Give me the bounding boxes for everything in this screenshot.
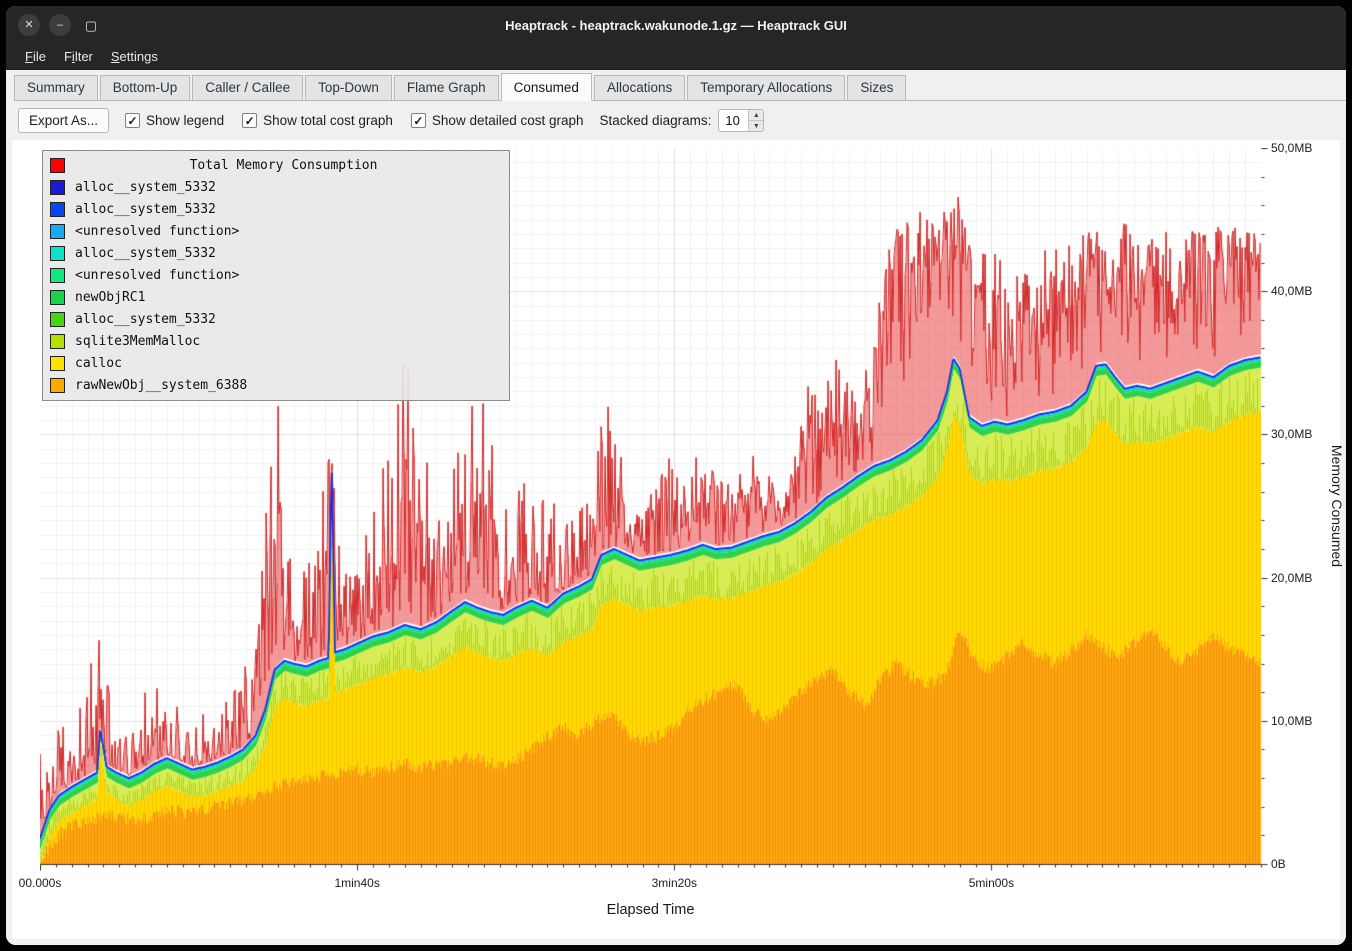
window-controls: ✕ – ▢: [18, 6, 102, 44]
chart-toolbar: Export As... ✓ Show legend ✓ Show total cos…: [6, 101, 1346, 140]
x-axis-tick-label: 1min40s: [334, 876, 379, 890]
x-axis-tick-label: 00.000s: [19, 876, 62, 890]
y-axis-title: Memory Consumed: [1329, 445, 1345, 567]
menu-file[interactable]: File: [16, 46, 55, 67]
tab-bottom-up[interactable]: Bottom-Up: [100, 75, 191, 100]
legend-swatch: [50, 290, 65, 305]
legend-row: <unresolved function>: [43, 220, 509, 242]
legend-swatch: [50, 356, 65, 371]
tab-allocations[interactable]: Allocations: [594, 75, 685, 100]
spin-up-icon[interactable]: ▲: [749, 110, 763, 121]
tab-top-down[interactable]: Top-Down: [305, 75, 392, 100]
y-axis-tick-label: 10,0MB: [1271, 714, 1312, 728]
legend-row: <unresolved function>: [43, 264, 509, 286]
legend-label: rawNewObj__system_6388: [75, 378, 247, 393]
window-title: Heaptrack - heaptrack.wakunode.1.gz — He…: [505, 18, 847, 33]
tab-flame-graph[interactable]: Flame Graph: [394, 75, 499, 100]
close-icon: ✕: [24, 20, 33, 31]
checkbox-box: ✓: [242, 113, 257, 128]
menu-settings[interactable]: Settings: [102, 46, 167, 67]
legend-swatch: [50, 334, 65, 349]
legend-row: alloc__system_5332: [43, 308, 509, 330]
y-axis-tick-label: 30,0MB: [1271, 427, 1312, 441]
close-button[interactable]: ✕: [18, 14, 40, 36]
checkbox-show-legend[interactable]: ✓ Show legend: [125, 113, 224, 128]
minimize-button[interactable]: –: [49, 14, 71, 36]
checkbox-show-total-cost-graph[interactable]: ✓ Show total cost graph: [242, 113, 393, 128]
tab-consumed[interactable]: Consumed: [501, 73, 592, 101]
tab-temporary-allocations[interactable]: Temporary Allocations: [687, 75, 845, 100]
legend-label: <unresolved function>: [75, 224, 239, 239]
x-axis-tick-label: 5min00s: [969, 876, 1014, 890]
legend-row: alloc__system_5332: [43, 176, 509, 198]
legend-label: alloc__system_5332: [75, 312, 216, 327]
chart-pane: Total Memory Consumption alloc__system_53…: [12, 140, 1340, 939]
legend-title-row: Total Memory Consumption: [43, 154, 509, 176]
legend-row: alloc__system_5332: [43, 198, 509, 220]
main-content: SummaryBottom-UpCaller / CalleeTop-DownF…: [6, 70, 1346, 945]
minimize-icon: –: [57, 20, 63, 31]
tab-sizes[interactable]: Sizes: [847, 75, 906, 100]
y-axis-tick-label: 20,0MB: [1271, 571, 1312, 585]
y-axis-tick-label: 0B: [1271, 857, 1286, 871]
legend-swatch: [50, 378, 65, 393]
maximize-button[interactable]: ▢: [80, 14, 102, 36]
legend-swatch: [50, 246, 65, 261]
legend-label: sqlite3MemMalloc: [75, 334, 200, 349]
y-axis-tick-label: 40,0MB: [1271, 284, 1312, 298]
spin-arrows: ▲ ▼: [748, 110, 763, 131]
checkbox-group: ✓ Show legend ✓ Show total cost graph ✓ Show …: [125, 113, 584, 128]
stacked-diagrams-spinbox[interactable]: 10 ▲ ▼: [718, 109, 764, 132]
legend-title: Total Memory Consumption: [65, 158, 502, 173]
legend-row: calloc: [43, 352, 509, 374]
legend-label: calloc: [75, 356, 122, 371]
legend-label: alloc__system_5332: [75, 202, 216, 217]
tab-bar: SummaryBottom-UpCaller / CalleeTop-DownF…: [14, 73, 1346, 101]
stacked-diagrams-value: 10: [719, 110, 748, 131]
x-axis-title: Elapsed Time: [607, 902, 695, 918]
stacked-diagrams-group: Stacked diagrams: 10 ▲ ▼: [600, 109, 765, 132]
x-axis-tick-label: 3min20s: [652, 876, 697, 890]
checkbox-label: Show detailed cost graph: [432, 113, 584, 128]
legend-swatch: [50, 312, 65, 327]
legend-swatch: [50, 202, 65, 217]
titlebar[interactable]: ✕ – ▢ Heaptrack - heaptrack.wakunode.1.gz …: [6, 6, 1346, 44]
stacked-diagrams-label: Stacked diagrams:: [600, 113, 712, 128]
tab-summary[interactable]: Summary: [14, 75, 98, 100]
heaptrack-window: ✕ – ▢ Heaptrack - heaptrack.wakunode.1.gz …: [6, 6, 1346, 945]
checkbox-label: Show legend: [146, 113, 224, 128]
checkbox-box: ✓: [411, 113, 426, 128]
legend-title-swatch: [50, 158, 65, 173]
checkbox-label: Show total cost graph: [263, 113, 393, 128]
legend-swatch: [50, 180, 65, 195]
chart-legend: Total Memory Consumption alloc__system_53…: [42, 150, 510, 401]
spin-down-icon[interactable]: ▼: [749, 121, 763, 131]
legend-label: newObjRC1: [75, 290, 145, 305]
export-as-button[interactable]: Export As...: [18, 108, 109, 133]
legend-swatch: [50, 224, 65, 239]
menubar: FileFilterSettings: [6, 44, 1346, 70]
legend-label: alloc__system_5332: [75, 180, 216, 195]
legend-row: alloc__system_5332: [43, 242, 509, 264]
checkbox-box: ✓: [125, 113, 140, 128]
tab-caller-callee[interactable]: Caller / Callee: [192, 75, 303, 100]
legend-label: alloc__system_5332: [75, 246, 216, 261]
checkbox-show-detailed-cost-graph[interactable]: ✓ Show detailed cost graph: [411, 113, 584, 128]
y-axis-tick-label: 50,0MB: [1271, 141, 1312, 155]
maximize-icon: ▢: [85, 19, 97, 32]
legend-label: <unresolved function>: [75, 268, 239, 283]
menu-filter[interactable]: Filter: [55, 46, 102, 67]
legend-swatch: [50, 268, 65, 283]
legend-row: newObjRC1: [43, 286, 509, 308]
legend-row: sqlite3MemMalloc: [43, 330, 509, 352]
legend-row: rawNewObj__system_6388: [43, 374, 509, 396]
